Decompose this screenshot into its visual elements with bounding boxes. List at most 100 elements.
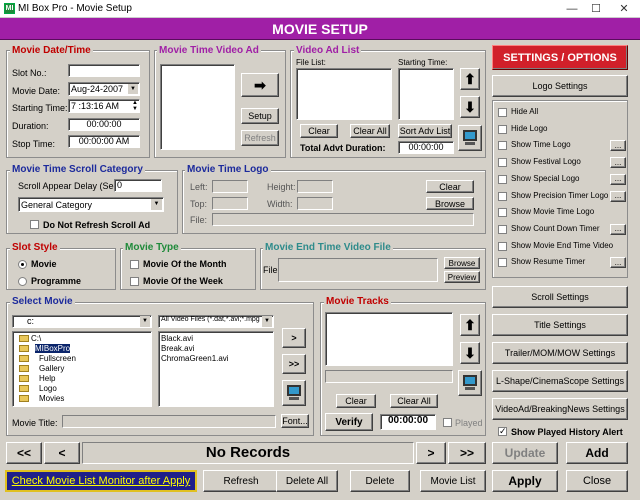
- movie-file-list[interactable]: Black.avi Break.avi ChromaGreen1.avi: [158, 331, 274, 407]
- folder-tree-item[interactable]: MIBoxPro: [35, 344, 71, 353]
- option-checkbox[interactable]: [498, 241, 507, 251]
- scroll-category-select[interactable]: General Category ▼: [18, 197, 164, 212]
- option-checkbox[interactable]: [498, 124, 507, 134]
- option-settings-button[interactable]: ...: [610, 257, 626, 269]
- logo-clear-button[interactable]: Clear: [426, 180, 474, 193]
- movie-of-week-checkbox[interactable]: [130, 277, 139, 286]
- ad-monitor-button[interactable]: [458, 125, 482, 151]
- movie-track-input[interactable]: [325, 370, 453, 383]
- logo-settings-button[interactable]: Logo Settings: [492, 75, 628, 97]
- maximize-button[interactable]: ☐: [584, 1, 608, 17]
- chevron-down-icon[interactable]: ▼: [128, 84, 138, 94]
- logo-file-input[interactable]: [212, 213, 474, 226]
- trailer-settings-button[interactable]: Trailer/MOM/MOW Settings: [492, 342, 628, 364]
- option-settings-button[interactable]: ...: [610, 223, 626, 235]
- option-checkbox[interactable]: [498, 141, 507, 151]
- folder-tree-item[interactable]: Logo: [39, 384, 57, 393]
- movie-file-item[interactable]: Break.avi: [161, 344, 194, 353]
- movie-file-item[interactable]: Black.avi: [161, 334, 193, 343]
- refresh-button[interactable]: Refresh: [203, 470, 279, 492]
- drive-select[interactable]: c: ▼: [12, 315, 152, 328]
- add-all-movies-button[interactable]: >>: [282, 354, 306, 374]
- movie-title-input[interactable]: [62, 415, 276, 428]
- video-ad-refresh-button[interactable]: Refresh: [241, 130, 279, 146]
- add-movie-button[interactable]: >: [282, 328, 306, 348]
- option-checkbox[interactable]: [498, 258, 507, 268]
- apply-button[interactable]: Apply: [492, 470, 558, 492]
- ad-move-up-button[interactable]: ⬆: [460, 68, 480, 90]
- chevron-down-icon[interactable]: ▼: [140, 316, 150, 327]
- lshape-settings-button[interactable]: L-Shape/CinemaScope Settings: [492, 370, 628, 392]
- movie-monitor-button[interactable]: [282, 380, 306, 406]
- ad-move-down-button[interactable]: ⬇: [460, 96, 480, 118]
- option-settings-button[interactable]: ...: [610, 173, 626, 185]
- slot-input[interactable]: [68, 64, 140, 77]
- ad-clear-all-button[interactable]: Clear All: [350, 124, 390, 138]
- logo-top-input[interactable]: [212, 197, 248, 210]
- option-checkbox[interactable]: [498, 174, 507, 184]
- delete-button[interactable]: Delete: [350, 470, 410, 492]
- logo-left-input[interactable]: [212, 180, 248, 193]
- update-button[interactable]: Update: [492, 442, 558, 464]
- font-button[interactable]: Font...: [281, 414, 309, 428]
- show-played-history-checkbox[interactable]: ✓: [498, 426, 507, 436]
- title-settings-button[interactable]: Title Settings: [492, 314, 628, 336]
- folder-tree-item[interactable]: Gallery: [39, 364, 64, 373]
- folder-tree[interactable]: C:\ MIBoxPro Fullscreen Gallery Help Logo Movi…: [12, 331, 152, 407]
- option-settings-button[interactable]: ...: [610, 190, 626, 202]
- played-checkbox[interactable]: [443, 418, 452, 427]
- videoad-breakingnews-settings-button[interactable]: VideoAd/BreakingNews Settings: [492, 398, 628, 420]
- scroll-delay-input[interactable]: 0: [114, 179, 162, 192]
- duration-value[interactable]: 00:00:00: [68, 118, 140, 131]
- movie-date-picker[interactable]: Aug-24-2007 ▼: [68, 82, 140, 96]
- ad-starting-time-list[interactable]: [398, 68, 454, 120]
- chevron-down-icon[interactable]: ▼: [151, 199, 162, 210]
- folder-tree-item[interactable]: Fullscreen: [39, 354, 76, 363]
- movie-tracks-list[interactable]: [325, 312, 453, 366]
- logo-height-input[interactable]: [297, 180, 333, 193]
- option-checkbox[interactable]: [498, 158, 507, 168]
- option-checkbox[interactable]: [498, 108, 507, 117]
- starting-time-input[interactable]: 7 :13:16 AM ▲ ▼: [68, 99, 140, 113]
- movie-of-month-checkbox[interactable]: [130, 260, 139, 269]
- end-video-file-input[interactable]: [278, 258, 438, 282]
- movie-file-item[interactable]: ChromaGreen1.avi: [161, 354, 229, 363]
- logo-width-input[interactable]: [297, 197, 333, 210]
- delete-all-button[interactable]: Delete All: [276, 470, 338, 492]
- logo-browse-button[interactable]: Browse: [426, 197, 474, 210]
- end-video-browse-button[interactable]: Browse: [444, 257, 480, 269]
- no-refresh-scroll-checkbox[interactable]: [30, 220, 39, 229]
- option-settings-button[interactable]: ...: [610, 140, 626, 152]
- video-ad-add-button[interactable]: ➡: [241, 73, 279, 97]
- minimize-button[interactable]: —: [560, 1, 584, 17]
- prev-record-button[interactable]: <: [44, 442, 80, 464]
- slot-style-movie-radio[interactable]: [18, 260, 27, 269]
- stop-time-value[interactable]: 00:00:00 AM: [68, 135, 140, 148]
- movie-list-button[interactable]: Movie List: [420, 470, 486, 492]
- last-record-button[interactable]: >>: [448, 442, 486, 464]
- add-button[interactable]: Add: [566, 442, 628, 464]
- check-movie-list-link[interactable]: Check Movie List Monitor after Apply: [5, 470, 197, 492]
- track-monitor-button[interactable]: [458, 370, 482, 396]
- verify-button[interactable]: Verify: [325, 413, 373, 431]
- folder-tree-item[interactable]: Movies: [39, 394, 64, 403]
- slot-style-programme-radio[interactable]: [18, 277, 27, 286]
- tracks-clear-button[interactable]: Clear: [336, 394, 376, 408]
- video-ad-setup-button[interactable]: Setup: [241, 108, 279, 124]
- first-record-button[interactable]: <<: [6, 442, 42, 464]
- option-checkbox[interactable]: [498, 208, 507, 218]
- next-record-button[interactable]: >: [416, 442, 446, 464]
- close-window-button[interactable]: ✕: [612, 1, 636, 17]
- track-move-down-button[interactable]: ⬇: [460, 342, 480, 364]
- file-filter-select[interactable]: All Video Files (*.dat,*.avi;*.mpg ▼: [158, 315, 274, 328]
- option-checkbox[interactable]: [498, 224, 507, 234]
- track-time-input[interactable]: 00:00:00: [380, 414, 436, 430]
- chevron-down-icon[interactable]: ▼: [262, 316, 272, 327]
- close-button[interactable]: Close: [566, 470, 628, 492]
- track-move-up-button[interactable]: ⬆: [460, 314, 480, 336]
- option-settings-button[interactable]: ...: [610, 157, 626, 169]
- settings-options-button[interactable]: SETTINGS / OPTIONS: [492, 45, 628, 70]
- scroll-settings-button[interactable]: Scroll Settings: [492, 286, 628, 308]
- ad-file-list[interactable]: [296, 68, 392, 120]
- sort-adv-list-button[interactable]: Sort Adv List: [398, 124, 452, 138]
